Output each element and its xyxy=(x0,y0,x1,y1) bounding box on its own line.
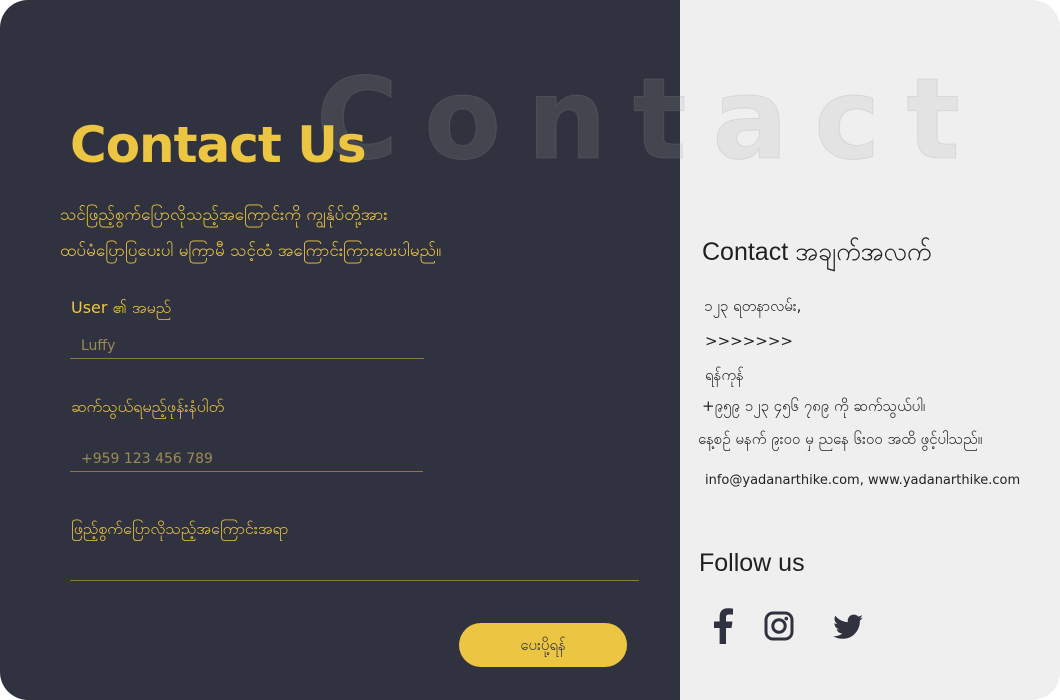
page-title: Contact Us xyxy=(70,116,367,174)
name-input[interactable]: Luffy xyxy=(70,333,424,359)
intro-text-line-1: သင်ဖြည့်စွက်ပြောလိုသည့်အကြောင်းကို ကျွန်… xyxy=(60,205,388,225)
intro-text-line-2: ထပ်မံပြောပြပေးပါ မကြာမီ သင့်ထံ အကြောင်းက… xyxy=(60,241,442,261)
message-label: ဖြည့်စွက်ပြောလိုသည့်အကြောင်းအရာ xyxy=(71,519,289,538)
address-city: ရန်ကုန် xyxy=(705,366,744,384)
follow-us-title: Follow us xyxy=(699,549,805,577)
send-button[interactable]: ပေးပို့ရန် xyxy=(459,623,627,667)
email-website[interactable]: info@yadanarthike.com, www.yadanarthike.… xyxy=(705,473,1020,488)
contact-phone: +၉၅၉ ၁၂၃ ၄၅၆ ၇၈၉ ကို ဆက်သွယ်ပါ၊ xyxy=(702,397,926,415)
contact-watermark: Contact xyxy=(316,55,986,185)
message-input[interactable] xyxy=(70,555,639,581)
address-line-1: ၁၂၃ ရတနာလမ်း, xyxy=(704,297,802,315)
instagram-icon[interactable] xyxy=(762,606,796,644)
phone-label: ဆက်သွယ်ရမည့်ဖုန်းနံပါတ် xyxy=(71,397,225,416)
contact-info-title: Contact အချက်အလက် xyxy=(702,238,932,266)
contact-card: Contact Contact Us သင်ဖြည့်စွက်ပြောလိုသည… xyxy=(0,0,1060,700)
facebook-icon[interactable] xyxy=(712,606,734,644)
address-line-2: >>>>>>> xyxy=(705,332,793,350)
phone-input[interactable]: +959 123 456 789 xyxy=(70,446,423,472)
opening-hours: နေ့စဉ် မနက် ၉း၀၀ မှ ညနေ ၆း၀၀ အထိ ဖွင့်ပါ… xyxy=(698,430,983,448)
name-label: User ၏ အမည် xyxy=(71,298,172,317)
twitter-icon[interactable] xyxy=(831,606,865,644)
